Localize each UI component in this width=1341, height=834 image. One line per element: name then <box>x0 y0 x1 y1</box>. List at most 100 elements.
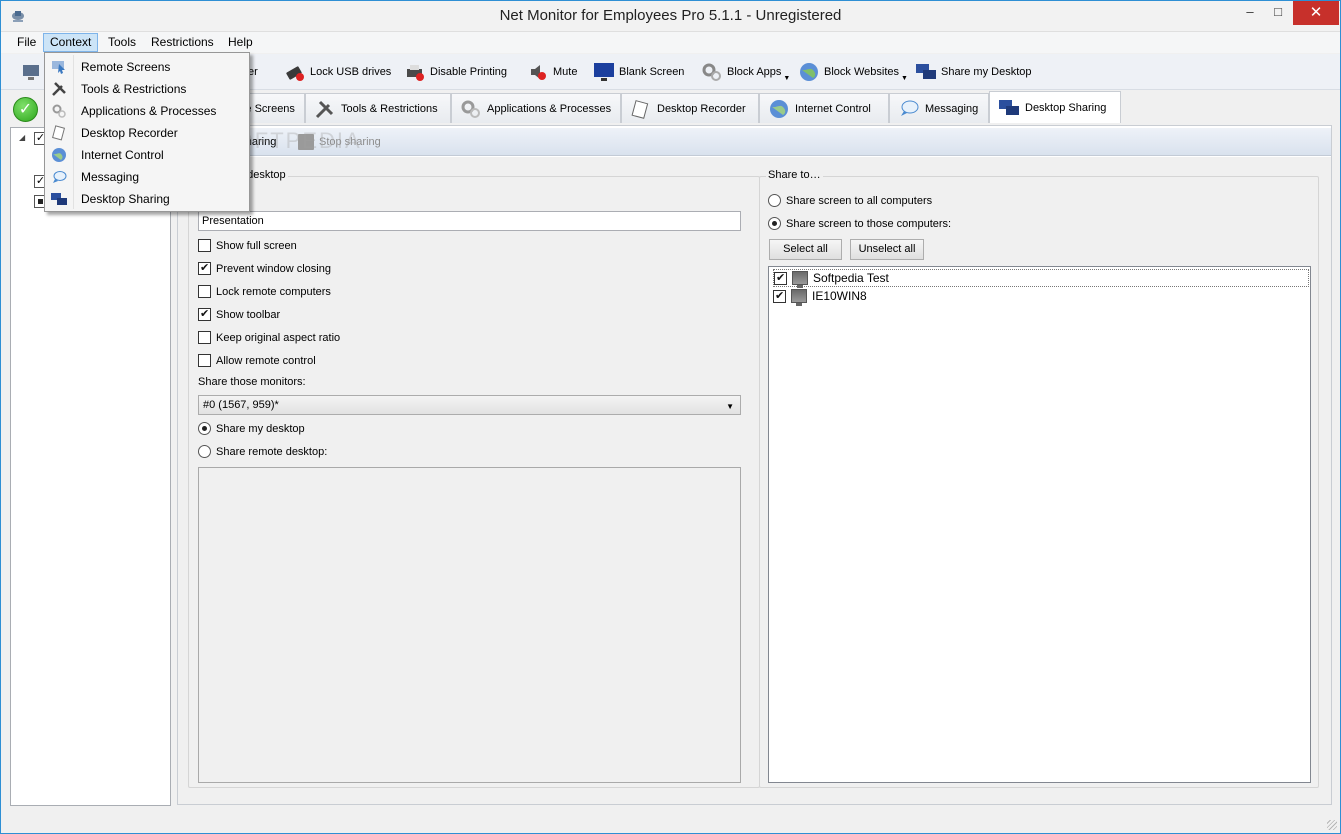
block-websites-label: Block Websites <box>824 66 899 78</box>
blank-screen-label: Blank Screen <box>619 66 685 78</box>
gears-icon <box>702 63 721 81</box>
block-apps-label: Block Apps <box>727 66 782 78</box>
tools-icon <box>315 100 334 118</box>
context-menu-item-applications[interactable]: Applications & Processes <box>47 100 247 122</box>
share-to-group-title: Share to… <box>766 169 823 181</box>
menu-help[interactable]: Help <box>222 33 259 52</box>
menu-restrictions[interactable]: Restrictions <box>145 33 220 52</box>
option-label: Lock remote computers <box>216 285 331 298</box>
context-menu-item-tools[interactable]: Tools & Restrictions <box>47 78 247 100</box>
computer-tree[interactable]: ◢ ✓ ✓ <box>10 127 171 806</box>
option-label: Show toolbar <box>216 308 281 321</box>
disable-printing-button[interactable]: Disable Printing <box>404 60 507 84</box>
block-websites-dropdown-icon[interactable]: ▼ <box>901 75 908 82</box>
blank-screen-button[interactable]: Blank Screen <box>593 60 684 84</box>
radio-share-remote-desktop[interactable]: Share remote desktop: <box>198 445 327 458</box>
context-menu-label: Desktop Recorder <box>81 126 178 140</box>
computer-name: IE10WIN8 <box>812 289 867 303</box>
title-bar: Net Monitor for Employees Pro 5.1.1 - Un… <box>1 1 1340 32</box>
computer-icon <box>791 289 807 306</box>
share-desktop-button[interactable]: Share my Desktop <box>915 60 1031 84</box>
share-to-those-radio[interactable] <box>768 217 781 230</box>
prevent-window-closing-checkbox[interactable] <box>198 261 211 275</box>
tab-desktop-sharing[interactable]: Desktop Sharing <box>989 91 1121 123</box>
computer-checkbox[interactable] <box>773 289 786 303</box>
context-menu-item-recorder[interactable]: Desktop Recorder <box>47 122 247 144</box>
menu-file[interactable]: File <box>11 33 42 52</box>
option-label: Prevent window closing <box>216 262 331 275</box>
allow-remote-control-checkbox[interactable] <box>198 354 211 367</box>
radio-share-my-desktop[interactable]: Share my desktop <box>198 422 305 435</box>
maximize-button[interactable]: □ <box>1264 1 1292 25</box>
tab-internet-label: Internet Control <box>795 102 871 115</box>
context-menu-dropdown: Remote Screens Tools & Restrictions Appl… <box>44 52 250 212</box>
tree-expand-icon[interactable]: ◢ <box>19 133 25 142</box>
window-title: Net Monitor for Employees Pro 5.1.1 - Un… <box>499 7 842 24</box>
computers-list[interactable]: Softpedia Test IE10WIN8 <box>768 266 1311 783</box>
menu-context[interactable]: Context <box>43 33 99 52</box>
context-menu-item-internet[interactable]: Internet Control <box>47 144 247 166</box>
radio-label: Share remote desktop: <box>216 445 328 458</box>
show-toolbar-checkbox[interactable] <box>198 307 211 321</box>
recorder-icon <box>52 125 66 141</box>
menu-tools[interactable]: Tools <box>102 33 142 52</box>
list-item[interactable]: IE10WIN8 <box>773 287 867 306</box>
block-websites-button[interactable]: Block Websites ▼ <box>798 60 908 84</box>
share-remote-desktop-radio[interactable] <box>198 445 211 458</box>
unselect-all-button[interactable]: Unselect all <box>850 239 924 260</box>
tab-tools-restrictions[interactable]: Tools & Restrictions <box>305 93 451 123</box>
share-to-all-radio[interactable] <box>768 194 781 207</box>
tab-sharing-label: Desktop Sharing <box>1025 101 1107 114</box>
remote-desktop-list[interactable] <box>198 467 741 783</box>
context-menu-item-remote-screens[interactable]: Remote Screens <box>47 56 247 78</box>
option-keep-aspect-ratio[interactable]: Keep original aspect ratio <box>198 331 340 344</box>
desktop-sharing-icon <box>51 193 67 205</box>
tab-tools-label: Tools & Restrictions <box>341 102 438 115</box>
menu-bar: File Context Tools Restrictions Help <box>1 32 1340 53</box>
radio-share-to-those[interactable]: Share screen to those computers: <box>768 217 951 230</box>
tools-icon <box>52 82 66 96</box>
option-label: Allow remote control <box>216 354 316 367</box>
session-title-input[interactable]: Presentation <box>198 211 741 231</box>
monitors-label: Share those monitors: <box>198 376 306 388</box>
toolbar-partial-button[interactable] <box>21 60 43 84</box>
computer-checkbox[interactable] <box>774 271 787 285</box>
option-show-full-screen[interactable]: Show full screen <box>198 239 297 252</box>
globe-icon <box>800 63 818 81</box>
share-desktop-label: Share my Desktop <box>941 66 1032 78</box>
remote-screens-icon <box>52 61 65 74</box>
close-button[interactable]: ✕ <box>1293 1 1339 25</box>
mute-label: Mute <box>553 66 578 78</box>
mute-button[interactable]: Mute <box>527 60 577 84</box>
minimize-button[interactable]: – <box>1236 1 1264 25</box>
computer-icon <box>792 271 808 288</box>
share-my-desktop-radio[interactable] <box>198 422 211 435</box>
context-menu-item-desktop-sharing[interactable]: Desktop Sharing <box>47 188 247 210</box>
keep-aspect-ratio-checkbox[interactable] <box>198 331 211 344</box>
show-full-screen-checkbox[interactable] <box>198 239 211 252</box>
chat-icon <box>53 171 67 183</box>
monitor-select[interactable]: #0 (1567, 959)* ▼ <box>198 395 741 415</box>
desktop-sharing-icon <box>916 64 936 79</box>
check-status-icon[interactable]: ✓ <box>13 97 38 122</box>
list-item[interactable]: Softpedia Test <box>773 269 1309 288</box>
tab-desktop-recorder[interactable]: Desktop Recorder <box>621 93 759 123</box>
option-lock-remote-computers[interactable]: Lock remote computers <box>198 285 331 298</box>
context-menu-item-messaging[interactable]: Messaging <box>47 166 247 188</box>
lock-remote-computers-checkbox[interactable] <box>198 285 211 298</box>
tab-messaging[interactable]: Messaging <box>889 93 989 123</box>
lock-usb-button[interactable]: Lock USB drives <box>284 60 391 84</box>
tab-internet-control[interactable]: Internet Control <box>759 93 889 123</box>
block-apps-dropdown-icon[interactable]: ▼ <box>783 75 790 82</box>
select-all-button[interactable]: Select all <box>769 239 842 260</box>
context-menu-label: Internet Control <box>81 148 164 162</box>
resize-grip-icon[interactable] <box>1327 820 1337 830</box>
radio-share-to-all[interactable]: Share screen to all computers <box>768 194 932 207</box>
tab-applications-processes[interactable]: Applications & Processes <box>451 93 621 123</box>
option-prevent-window-closing[interactable]: Prevent window closing <box>198 261 331 275</box>
context-menu-label: Desktop Sharing <box>81 192 170 206</box>
option-show-toolbar[interactable]: Show toolbar <box>198 307 281 321</box>
disable-printing-label: Disable Printing <box>430 66 508 78</box>
block-apps-button[interactable]: Block Apps ▼ <box>701 60 790 84</box>
option-allow-remote-control[interactable]: Allow remote control <box>198 354 316 367</box>
